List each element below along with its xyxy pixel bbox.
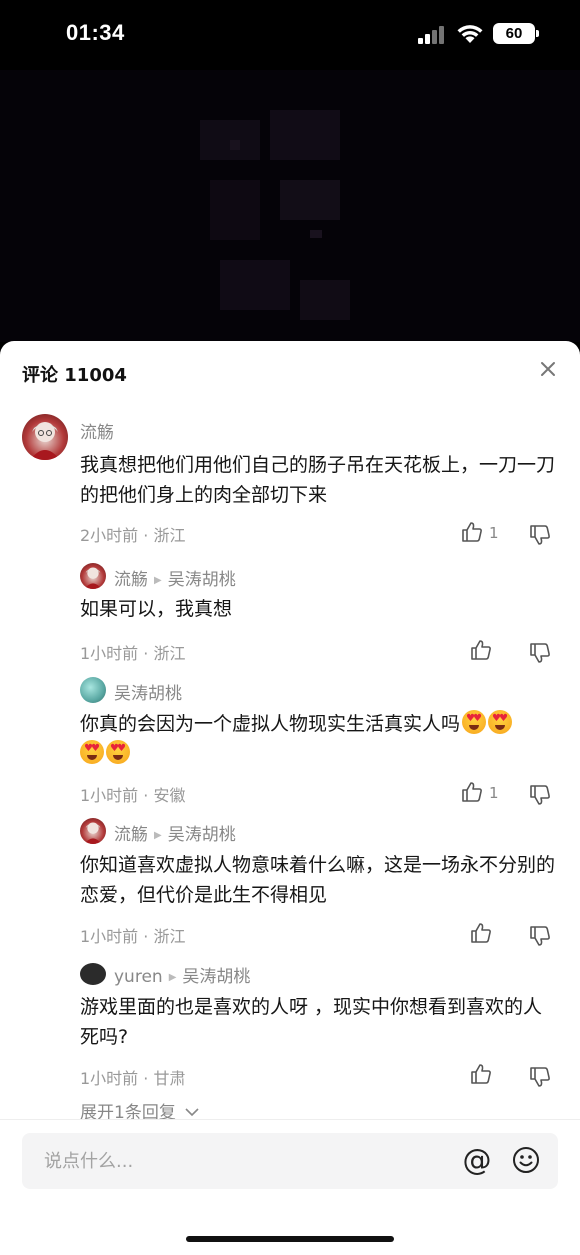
chevron-down-icon — [185, 1108, 199, 1117]
like-icon[interactable] — [470, 639, 492, 661]
like-icon[interactable] — [461, 521, 483, 543]
like-count: 1 — [489, 524, 499, 542]
reply-arrow-icon: ▶ — [154, 575, 162, 586]
reply-arrow-icon: ▶ — [154, 830, 162, 841]
avatar[interactable] — [80, 563, 106, 589]
like-icon[interactable] — [470, 922, 492, 944]
like-icon[interactable] — [470, 1063, 492, 1085]
comment-username[interactable]: 流觞 — [80, 418, 114, 443]
dislike-icon[interactable] — [529, 642, 551, 664]
signal-icon — [418, 26, 448, 44]
comments-sheet: 评论 11004 流觞 我真想把他们用他们自己的肠子吊在天花板上，一刀一刀的把他… — [0, 341, 580, 1255]
reply-meta: 1小时前 · 浙江 — [80, 927, 186, 946]
reply-text: 游戏里面的也是喜欢的人呀 ，现实中你想看到喜欢的人死吗? — [80, 996, 543, 1048]
emoji-button-icon[interactable] — [512, 1146, 540, 1174]
comment-text: 我真想把他们用他们自己的肠子吊在天花板上，一刀一刀的把他们身上的肉全部切下来 — [80, 454, 556, 506]
comment-input[interactable] — [22, 1133, 442, 1189]
reply-arrow-icon: ▶ — [168, 972, 177, 983]
reply-username-row[interactable]: yuren ▶ 吴涛胡桃 — [114, 962, 250, 987]
status-time: 01:34 — [66, 20, 125, 45]
video-frame-image — [200, 110, 350, 320]
heart-eyes-emoji-icon — [462, 710, 487, 734]
like-count: 1 — [489, 784, 499, 802]
reply-username-row[interactable]: 流觞 ▶ 吴涛胡桃 — [114, 565, 236, 590]
video-background[interactable] — [0, 70, 580, 342]
heart-eyes-emoji-icon — [106, 740, 130, 764]
reply-text: 如果可以，我真想 — [80, 598, 233, 620]
avatar[interactable] — [80, 677, 106, 703]
dislike-icon[interactable] — [529, 1066, 551, 1088]
mention-button[interactable]: @ — [462, 1145, 492, 1175]
close-icon[interactable] — [538, 359, 558, 379]
comment-meta: 2小时前 · 浙江 — [80, 526, 186, 545]
reply-text: 你真的会因为一个虚拟人物现实生活真实人吗 — [80, 709, 558, 769]
avatar[interactable] — [80, 818, 106, 844]
divider — [0, 1119, 580, 1120]
reply-meta: 1小时前 · 浙江 — [80, 644, 186, 663]
reply-text: 你知道喜欢虚拟人物意味着什么嘛，这是一场永不分别的恋爱，但代价是此生不得相见 — [80, 854, 556, 906]
reply-username-row[interactable]: 流觞 ▶ 吴涛胡桃 — [114, 820, 236, 845]
battery-icon: 60 — [493, 23, 539, 44]
heart-eyes-emoji-icon — [80, 740, 104, 764]
avatar[interactable] — [22, 414, 68, 460]
home-indicator — [186, 1236, 394, 1242]
like-icon[interactable] — [461, 781, 483, 803]
reply-username-row[interactable]: 吴涛胡桃 — [114, 679, 182, 704]
dislike-icon[interactable] — [529, 925, 551, 947]
dislike-icon[interactable] — [529, 784, 551, 806]
comments-title: 评论 11004 — [22, 365, 127, 386]
status-bar: 01:34 60 — [0, 0, 580, 70]
comment-input-bar: @ — [22, 1133, 558, 1189]
wifi-icon — [457, 25, 483, 43]
avatar[interactable] — [80, 963, 106, 985]
heart-eyes-emoji-icon — [488, 710, 513, 734]
reply-meta: 1小时前 · 甘肃 — [80, 1069, 186, 1088]
dislike-icon[interactable] — [529, 524, 551, 546]
reply-meta: 1小时前 · 安徽 — [80, 786, 186, 805]
